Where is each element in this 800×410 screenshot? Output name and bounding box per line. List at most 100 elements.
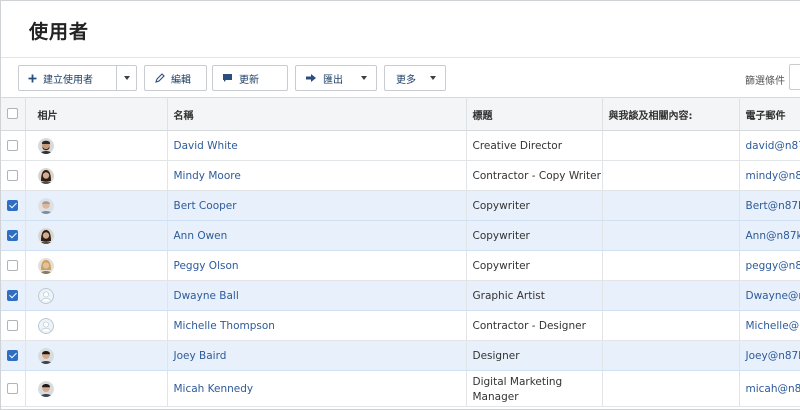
- row-select-cell: [1, 160, 26, 191]
- row-checkbox[interactable]: [7, 140, 19, 151]
- talk-about-cell: [602, 190, 740, 221]
- column-header-email[interactable]: 電子郵件: [739, 97, 800, 131]
- user-name-link[interactable]: Peggy Olson: [167, 250, 467, 281]
- edit-label: 編輯: [171, 74, 191, 86]
- comment-icon: [222, 73, 233, 83]
- chevron-down-icon: [361, 76, 367, 80]
- more-label: 更多: [396, 74, 416, 86]
- row-checkbox[interactable]: [7, 290, 19, 301]
- row-select-cell: [1, 310, 26, 341]
- users-table: 相片 名稱 標題 與我談及相關內容: 電子郵件 David White Creat…: [1, 97, 800, 407]
- filter-dropdown[interactable]: [789, 64, 800, 90]
- avatar-man-beard-icon: [37, 137, 54, 154]
- table-row[interactable]: David WhiteCreative Director david@n87k: [1, 130, 800, 161]
- chevron-down-icon: [430, 76, 436, 80]
- user-email-link[interactable]: peggy@n87k: [739, 250, 800, 281]
- avatar-woman-dark-hair-icon: [37, 167, 54, 184]
- table-row[interactable]: Ann OwenCopywriter Ann@n87ka: [1, 220, 800, 251]
- talk-about-cell: [602, 160, 740, 191]
- user-email-link[interactable]: Ann@n87ka: [739, 220, 800, 251]
- column-header-title[interactable]: 標題: [466, 97, 603, 131]
- page-title: 使用者: [29, 21, 90, 43]
- user-email-link[interactable]: Dwayne@n87: [739, 280, 800, 311]
- user-name-link[interactable]: David White: [167, 130, 467, 161]
- users-page: 使用者 建立使用者 編輯 更新 匯出 更多 篩選條件 相片 名稱 標題 與我談及…: [0, 0, 800, 410]
- table-header-row: 相片 名稱 標題 與我談及相關內容: 電子郵件: [1, 97, 800, 131]
- row-checkbox[interactable]: [7, 320, 19, 331]
- user-email-link[interactable]: Michelle@n8: [739, 310, 800, 341]
- column-header-photo[interactable]: 相片: [25, 97, 168, 131]
- user-email-link[interactable]: mindy@n87k: [739, 160, 800, 191]
- table-row[interactable]: Micah Kennedy Digital Marketing Manager mi…: [1, 370, 800, 407]
- table-row[interactable]: Bert CooperCopywriter Bert@n87ka: [1, 190, 800, 221]
- user-email-link[interactable]: david@n87k: [739, 130, 800, 161]
- avatar-placeholder-icon: [37, 287, 54, 304]
- row-checkbox[interactable]: [7, 200, 19, 211]
- avatar-man-dark-hair-icon: [37, 380, 54, 397]
- filter-label: 篩選條件: [745, 76, 785, 87]
- user-name-link[interactable]: Michelle Thompson: [167, 310, 467, 341]
- talk-about-cell: [602, 310, 740, 341]
- user-email-link[interactable]: Bert@n87ka: [739, 190, 800, 221]
- user-title: Contractor - Designer: [466, 310, 603, 341]
- chevron-down-icon: [124, 76, 130, 80]
- photo-cell: [25, 340, 168, 371]
- user-title: Digital Marketing Manager: [466, 370, 603, 407]
- plus-icon: [28, 74, 37, 83]
- table-row[interactable]: Joey BairdDesigner Joey@n87ka: [1, 340, 800, 371]
- user-name-link[interactable]: Bert Cooper: [167, 190, 467, 221]
- user-name-link[interactable]: Joey Baird: [167, 340, 467, 371]
- row-select-cell: [1, 370, 26, 407]
- user-email-link[interactable]: Joey@n87ka: [739, 340, 800, 371]
- column-header-talk-about[interactable]: 與我談及相關內容:: [602, 97, 740, 131]
- new-user-label: 建立使用者: [43, 74, 93, 86]
- user-title: Copywriter: [466, 190, 603, 221]
- user-name-link[interactable]: Ann Owen: [167, 220, 467, 251]
- select-all-cell: [1, 97, 26, 131]
- update-button[interactable]: 更新: [212, 65, 288, 91]
- user-name-link[interactable]: Micah Kennedy: [167, 370, 467, 407]
- toolbar: 建立使用者 編輯 更新 匯出 更多: [1, 57, 800, 97]
- edit-button[interactable]: 編輯: [144, 65, 207, 91]
- avatar-woman-dark-hair-icon: [37, 227, 54, 244]
- export-label: 匯出: [323, 74, 343, 86]
- row-checkbox[interactable]: [7, 230, 19, 241]
- export-button[interactable]: 匯出: [295, 65, 377, 91]
- row-select-cell: [1, 130, 26, 161]
- talk-about-cell: [602, 280, 740, 311]
- user-name-link[interactable]: Dwayne Ball: [167, 280, 467, 311]
- new-user-dropdown-toggle[interactable]: [116, 66, 136, 90]
- select-all-checkbox[interactable]: [7, 108, 19, 120]
- column-header-name[interactable]: 名稱: [167, 97, 467, 131]
- row-select-cell: [1, 220, 26, 251]
- pencil-icon: [154, 72, 165, 84]
- photo-cell: [25, 250, 168, 281]
- table-row[interactable]: Michelle Thompson Contractor - Designer Mi…: [1, 310, 800, 341]
- photo-cell: [25, 280, 168, 311]
- new-user-button[interactable]: 建立使用者: [18, 65, 137, 91]
- talk-about-cell: [602, 370, 740, 407]
- table-row[interactable]: Dwayne BallGraphic Artist Dwayne@n87: [1, 280, 800, 311]
- talk-about-cell: [602, 220, 740, 251]
- avatar-placeholder-icon: [37, 317, 54, 334]
- user-title: Designer: [466, 340, 603, 371]
- talk-about-cell: [602, 250, 740, 281]
- photo-cell: [25, 190, 168, 221]
- avatar-woman-blonde-icon: [37, 257, 54, 274]
- more-button[interactable]: 更多: [384, 65, 446, 91]
- row-select-cell: [1, 190, 26, 221]
- table-row[interactable]: Peggy OlsonCopywriter peggy@n87k: [1, 250, 800, 281]
- row-checkbox[interactable]: [7, 170, 19, 181]
- photo-cell: [25, 130, 168, 161]
- user-title: Copywriter: [466, 220, 603, 251]
- row-checkbox[interactable]: [7, 383, 19, 394]
- table-row[interactable]: Mindy Moore Contractor - Copy Writer mindy…: [1, 160, 800, 191]
- user-name-link[interactable]: Mindy Moore: [167, 160, 467, 191]
- photo-cell: [25, 220, 168, 251]
- photo-cell: [25, 160, 168, 191]
- row-checkbox[interactable]: [7, 350, 19, 361]
- row-checkbox[interactable]: [7, 260, 19, 271]
- user-email-link[interactable]: micah@n87k: [739, 370, 800, 407]
- arrow-right-icon: [305, 73, 317, 83]
- user-title: Creative Director: [466, 130, 603, 161]
